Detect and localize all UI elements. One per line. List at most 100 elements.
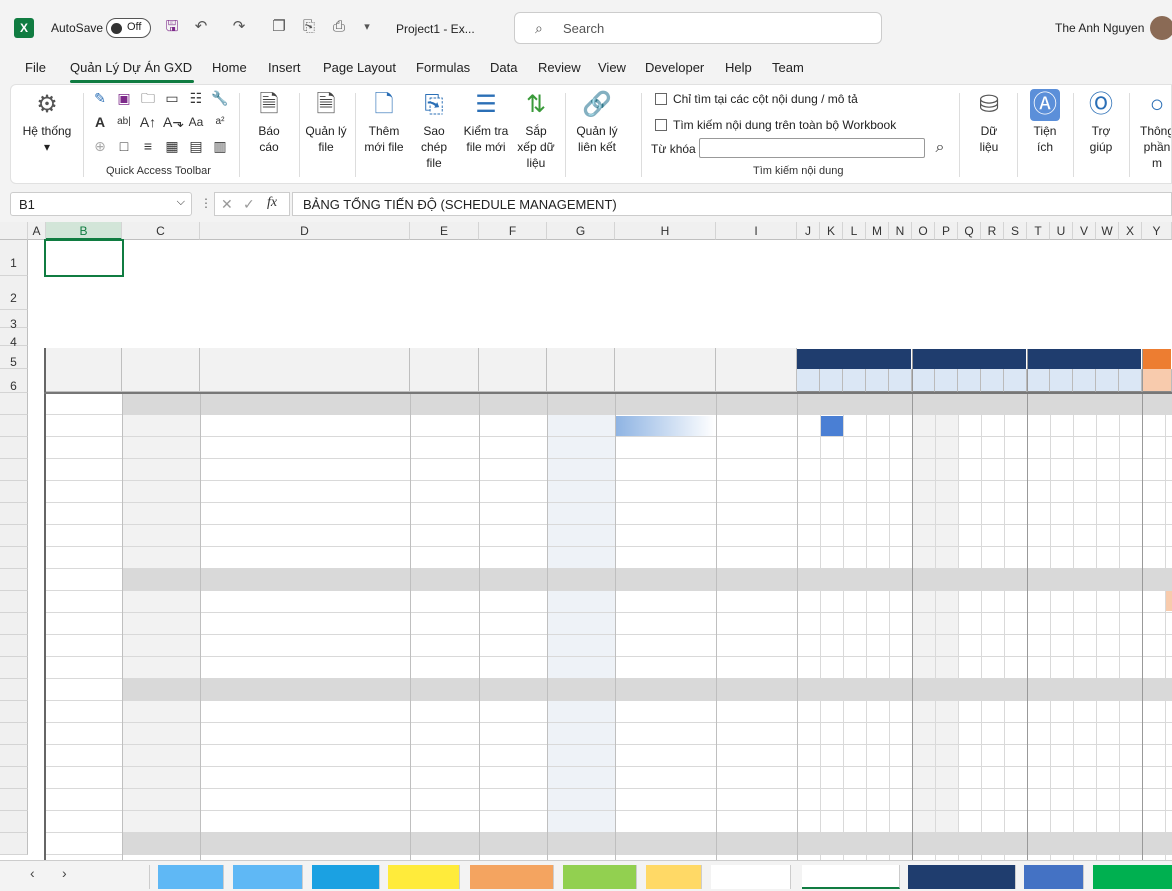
- tab-insert[interactable]: Insert: [268, 60, 301, 75]
- open-folder-icon[interactable]: 🗀: [139, 89, 157, 107]
- row-header-1[interactable]: 1: [0, 240, 28, 276]
- quan-ly-file-button[interactable]: 🗎 Quản lý file: [303, 89, 349, 155]
- sheet-tab-bieu-mau[interactable]: [563, 865, 637, 889]
- thong-tin-button[interactable]: ○ Thông phần m: [1135, 89, 1171, 171]
- row-header-4[interactable]: 4: [0, 328, 28, 349]
- column-header-a[interactable]: A: [28, 222, 46, 240]
- column-header-q[interactable]: Q: [958, 222, 981, 240]
- row-header-11[interactable]: [0, 481, 28, 503]
- row-header-21[interactable]: [0, 701, 28, 723]
- org-chart-icon[interactable]: ☷: [187, 89, 205, 107]
- tab-formulas[interactable]: Formulas: [416, 60, 470, 75]
- font-size-icon[interactable]: A↑: [139, 113, 157, 131]
- quan-ly-lien-ket-button[interactable]: 🔗 Quản lý liên kết: [571, 89, 623, 155]
- column-header-o[interactable]: O: [912, 222, 935, 240]
- change-case-icon[interactable]: Aa: [187, 113, 205, 131]
- column-header-g[interactable]: G: [547, 222, 615, 240]
- sheet-tab-ky-ho-so[interactable]: [233, 865, 303, 889]
- tab-file[interactable]: File: [25, 60, 46, 75]
- row-header-19[interactable]: [0, 657, 28, 679]
- kiem-tra-file-moi-button[interactable]: ☰ Kiểm tra file mới: [461, 89, 511, 155]
- column-header-s[interactable]: S: [1004, 222, 1027, 240]
- du-lieu-button[interactable]: ⛁ Dữ liệu: [967, 89, 1011, 155]
- column-header-p[interactable]: P: [935, 222, 958, 240]
- sheet-tab-tong-tien-do[interactable]: [802, 865, 900, 889]
- row-header-18[interactable]: [0, 635, 28, 657]
- row-header-2[interactable]: 2: [0, 276, 28, 310]
- row-header-16[interactable]: [0, 591, 28, 613]
- row-header-13[interactable]: [0, 525, 28, 547]
- row-header-14[interactable]: [0, 547, 28, 569]
- column-header-d[interactable]: D: [200, 222, 410, 240]
- name-box[interactable]: B1 ⌵: [10, 192, 192, 216]
- sheet-tab-chi-phi[interactable]: [1024, 865, 1084, 889]
- row-header-27[interactable]: [0, 833, 28, 855]
- enter-icon[interactable]: ✓: [243, 196, 255, 213]
- row-header-25[interactable]: [0, 789, 28, 811]
- column-header-j[interactable]: J: [797, 222, 820, 240]
- row-header-5[interactable]: 5: [0, 346, 28, 369]
- them-moi-file-button[interactable]: 🗋 Thêm mới file: [361, 89, 407, 155]
- column-header-x[interactable]: X: [1119, 222, 1142, 240]
- column-header-e[interactable]: E: [410, 222, 479, 240]
- clipboard-icon[interactable]: ⎙: [330, 18, 348, 36]
- column-header-v[interactable]: V: [1073, 222, 1096, 240]
- autosave-toggle[interactable]: Off: [106, 18, 151, 38]
- sheet-tab-ke-hoach-tuan[interactable]: [908, 865, 1016, 889]
- row-header-22[interactable]: [0, 723, 28, 745]
- avatar[interactable]: [1150, 16, 1172, 40]
- column-header-n[interactable]: N: [889, 222, 912, 240]
- column-header-m[interactable]: M: [866, 222, 889, 240]
- column-header-i[interactable]: I: [716, 222, 797, 240]
- sheet-tab-cac-ben[interactable]: [158, 865, 224, 889]
- tro-giup-button[interactable]: Ⓞ Trợ giúp: [1079, 89, 1123, 155]
- row-header-15[interactable]: [0, 569, 28, 591]
- row-header-3[interactable]: 3: [0, 310, 28, 331]
- column-header-l[interactable]: L: [843, 222, 866, 240]
- copy-icon[interactable]: ❐: [270, 18, 288, 36]
- column-header-k[interactable]: K: [820, 222, 843, 240]
- formula-input[interactable]: BẢNG TỔNG TIẾN ĐỘ (SCHEDULE MANAGEMENT): [292, 192, 1172, 216]
- textbox-icon[interactable]: ab|: [115, 113, 133, 131]
- sheet-tab-tieu-chuan[interactable]: [470, 865, 554, 889]
- sheet-tab-thong-tin[interactable]: [1093, 865, 1172, 889]
- tab-view[interactable]: View: [598, 60, 626, 75]
- row-header-9[interactable]: [0, 437, 28, 459]
- tab-scroll-right-icon[interactable]: ›: [62, 865, 67, 881]
- whole-workbook-checkbox[interactable]: [655, 119, 667, 131]
- tab-team[interactable]: Team: [772, 60, 804, 75]
- customize-qat-icon[interactable]: ▾: [358, 18, 376, 36]
- he-thong-button[interactable]: ⚙ Hệ thống ▾: [19, 89, 75, 155]
- row-header-20[interactable]: [0, 679, 28, 701]
- screen-icon[interactable]: □: [115, 137, 133, 155]
- sao-chep-file-button[interactable]: ⎘ Sao chép file: [411, 89, 457, 171]
- row-header-10[interactable]: [0, 459, 28, 481]
- search-icon[interactable]: ⌕: [931, 139, 949, 157]
- tab-developer[interactable]: Developer: [645, 60, 704, 75]
- grid-icon[interactable]: ▤: [187, 137, 205, 155]
- sheet-tab-tong-the[interactable]: [711, 865, 791, 889]
- tab-help[interactable]: Help: [725, 60, 752, 75]
- column-header-w[interactable]: W: [1096, 222, 1119, 240]
- insert-function-icon[interactable]: fx: [267, 195, 277, 211]
- sheet-tab-ke-hoach[interactable]: [388, 865, 460, 889]
- layout-icon[interactable]: ▥: [211, 137, 229, 155]
- tab-page-layout[interactable]: Page Layout: [323, 60, 396, 75]
- row-header-23[interactable]: [0, 745, 28, 767]
- tien-ich-button[interactable]: Ⓐ Tiện ích: [1023, 89, 1067, 155]
- undo-icon[interactable]: ↶: [192, 18, 210, 36]
- tab-quan-ly-du-an[interactable]: Quản Lý Dự Án GXD: [70, 60, 192, 75]
- tab-review[interactable]: Review: [538, 60, 581, 75]
- row-header-26[interactable]: [0, 811, 28, 833]
- cancel-icon[interactable]: ✕: [221, 196, 233, 213]
- superscript-icon[interactable]: a²: [211, 113, 229, 131]
- pen-icon[interactable]: ✎: [91, 89, 109, 107]
- sheet-tab-ts[interactable]: [120, 865, 150, 889]
- row-header-12[interactable]: [0, 503, 28, 525]
- sheet-tab-tai-lieu[interactable]: [646, 865, 702, 889]
- bao-cao-button[interactable]: 🗎 Báo cáo: [247, 89, 291, 155]
- user-name[interactable]: The Anh Nguyen: [1055, 21, 1144, 35]
- row-header-6[interactable]: 6: [0, 369, 28, 393]
- new-file-icon[interactable]: ▭: [163, 89, 181, 107]
- tab-scroll-left-icon[interactable]: ‹: [30, 865, 35, 881]
